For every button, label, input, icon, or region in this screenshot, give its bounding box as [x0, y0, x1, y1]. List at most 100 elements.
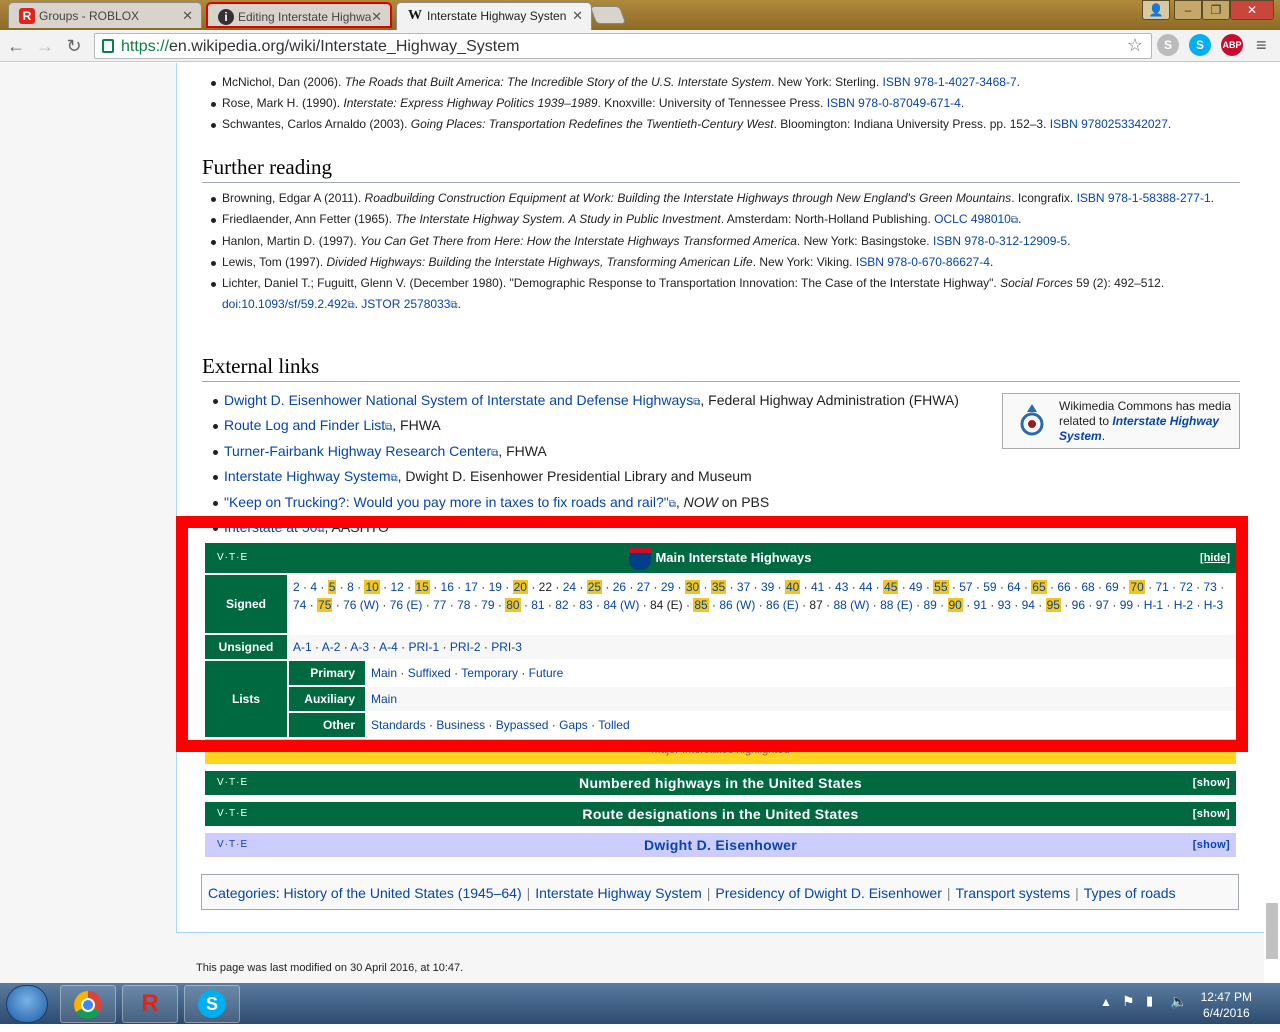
vte-links[interactable]: V·T·E — [217, 802, 248, 826]
categories-box: Categories: History of the United States… — [201, 874, 1239, 910]
external-link[interactable]: Interstate Highway System — [224, 468, 391, 484]
commons-box: Wikimedia Commons has media related to I… — [1002, 393, 1240, 449]
tab-editing[interactable]: i Editing Interstate Highwa ✕ — [206, 2, 392, 28]
back-icon[interactable]: ← — [4, 34, 28, 58]
clock-time: 12:47 PM — [1200, 990, 1252, 1004]
page-footer: This page was last modified on 30 April … — [196, 962, 464, 974]
list-item: Turner-Fairbank Highway Research Center⧉… — [213, 440, 984, 465]
lock-icon — [102, 39, 114, 53]
external-link[interactable]: "Keep on Trucking?: Would you pay more i… — [224, 494, 669, 510]
navbox-numbered-highways: V·T·E Numbered highways in the United St… — [205, 771, 1236, 795]
category-link[interactable]: Transport systems — [956, 885, 1071, 901]
tab-label: Interstate Highway Systen — [427, 9, 567, 23]
maximize-button[interactable]: ❐ — [1202, 0, 1230, 20]
show-hidden-icons[interactable]: ▲ — [1100, 995, 1112, 1009]
bookmark-star-icon[interactable]: ☆ — [1127, 35, 1143, 56]
list-item: Rose, Mark H. (1990). Interstate: Expres… — [211, 93, 1242, 114]
list-item: Route Log and Finder List⧉, FHWA — [213, 414, 984, 439]
tab-label: Editing Interstate Highwa — [238, 10, 372, 24]
external-link-icon: ⧉ — [390, 473, 398, 485]
external-link-icon: ⧉ — [347, 300, 355, 311]
categories-label[interactable]: Categories — [208, 885, 276, 901]
doi-link[interactable]: doi:10.1093/sf/59.2.492 — [222, 297, 347, 311]
flag-icon[interactable]: ⚑ — [1122, 993, 1135, 1010]
scrollbar-thumb[interactable] — [1266, 903, 1278, 959]
list-item: Lichter, Daniel T.; Fuguitt, Glenn V. (D… — [211, 273, 1242, 316]
external-link[interactable]: Route Log and Finder List — [224, 417, 385, 433]
close-window-button[interactable]: ✕ — [1230, 0, 1274, 20]
navbox-show-toggle[interactable]: [show] — [1193, 802, 1230, 826]
chrome-icon — [74, 991, 102, 1019]
navbox-title[interactable]: Dwight D. Eisenhower — [644, 837, 797, 853]
section-heading-further-reading: Further reading — [202, 155, 1240, 183]
references-list: McNichol, Dan (2006). The Roads that Bui… — [211, 72, 1242, 135]
list-item: Schwantes, Carlos Arnaldo (2003). Going … — [211, 114, 1242, 135]
windows-taskbar: R S ▲ ⚑ ▮ 🔈 12:47 PM 6/4/2016 — [0, 983, 1280, 1024]
close-icon[interactable]: ✕ — [572, 8, 583, 24]
network-icon[interactable]: ▮ — [1146, 993, 1153, 1009]
isbn-link[interactable]: ISBN 9780253342027 — [1050, 117, 1168, 131]
roblox-taskbar-icon[interactable]: R — [122, 985, 178, 1023]
isbn-link[interactable]: ISBN 978-0-670-86627-4 — [856, 255, 990, 269]
red-annotation-box — [176, 516, 1248, 752]
navbox-title: Route designations in the United States — [582, 806, 859, 822]
vte-links[interactable]: V·T·E — [217, 771, 248, 795]
new-tab-button[interactable] — [589, 6, 627, 24]
navbox-show-toggle[interactable]: [show] — [1193, 771, 1230, 795]
url-scheme: https:// — [121, 38, 170, 55]
list-item: Browning, Edgar A (2011). Roadbuilding C… — [211, 188, 1242, 209]
tab-roblox[interactable]: R Groups - ROBLOX ✕ — [8, 2, 202, 28]
external-link-icon: ⧉ — [450, 300, 458, 311]
minimize-button[interactable]: – — [1174, 0, 1202, 20]
tab-interstate[interactable]: W Interstate Highway Systen ✕ — [396, 2, 592, 30]
address-bar[interactable]: https://en.wikipedia.org/wiki/Interstate… — [94, 33, 1152, 59]
category-separator: | — [946, 885, 951, 901]
close-icon[interactable]: ✕ — [182, 8, 193, 24]
category-link[interactable]: Types of roads — [1084, 885, 1176, 901]
start-button[interactable] — [6, 985, 48, 1023]
url-path: en.wikipedia.org/wiki/Interstate_Highway… — [169, 38, 520, 55]
wikipedia-icon: W — [408, 8, 422, 23]
browser-toolbar: ← → ↻ https://en.wikipedia.org/wiki/Inte… — [0, 30, 1280, 62]
list-item: Hanlon, Martin D. (1997). You Can Get Th… — [211, 231, 1242, 252]
skype-taskbar-icon[interactable]: S — [184, 985, 240, 1023]
close-icon[interactable]: ✕ — [371, 9, 382, 25]
external-link[interactable]: Turner-Fairbank Highway Research Center — [224, 443, 491, 459]
isbn-link[interactable]: ISBN 978-1-58388-277-1 — [1077, 191, 1211, 205]
skype-icon[interactable]: S — [1189, 34, 1211, 56]
clock-date: 6/4/2016 — [1202, 1006, 1250, 1020]
jstor-link[interactable]: JSTOR 2578033 — [361, 297, 450, 311]
oclc-link[interactable]: OCLC 498010 — [934, 212, 1011, 226]
navbox-eisenhower: V·T·E Dwight D. Eisenhower [show] — [205, 833, 1236, 857]
navbox-route-designations: V·T·E Route designations in the United S… — [205, 802, 1236, 826]
category-link[interactable]: Presidency of Dwight D. Eisenhower — [715, 885, 941, 901]
info-icon: i — [218, 9, 234, 25]
navbox-title: Numbered highways in the United States — [579, 775, 862, 791]
wikimedia-commons-icon — [1020, 404, 1044, 436]
isbn-link[interactable]: ISBN 978-1-4027-3468-7 — [883, 75, 1017, 89]
menu-icon[interactable]: ≡ — [1256, 36, 1270, 54]
external-link-icon: ⧉ — [1010, 215, 1018, 226]
user-icon[interactable]: 👤 — [1142, 0, 1170, 20]
skype-gray-icon[interactable]: S — [1157, 34, 1179, 56]
list-item: Friedlaender, Ann Fetter (1965). The Int… — [211, 209, 1242, 231]
reload-icon[interactable]: ↻ — [62, 34, 86, 58]
isbn-link[interactable]: ISBN 978-0-87049-671-4 — [827, 96, 961, 110]
clock[interactable]: 12:47 PM 6/4/2016 — [1201, 989, 1252, 1021]
forward-icon[interactable]: → — [33, 34, 57, 58]
category-link[interactable]: History of the United States (1945–64) — [283, 885, 521, 901]
external-link-icon: ⧉ — [668, 498, 676, 510]
list-item: Dwight D. Eisenhower National System of … — [213, 389, 984, 414]
vte-links[interactable]: V·T·E — [217, 833, 248, 857]
list-item: Lewis, Tom (1997). Divided Highways: Bui… — [211, 252, 1242, 273]
category-link[interactable]: Interstate Highway System — [535, 885, 702, 901]
skype-icon: S — [198, 990, 226, 1018]
external-link[interactable]: Dwight D. Eisenhower National System of … — [224, 392, 693, 408]
category-separator: | — [526, 885, 531, 901]
chrome-taskbar-icon[interactable] — [60, 985, 116, 1023]
volume-icon[interactable]: 🔈 — [1170, 993, 1187, 1010]
navbox-show-toggle[interactable]: [show] — [1193, 833, 1230, 857]
isbn-link[interactable]: ISBN 978-0-312-12909-5 — [933, 234, 1067, 248]
adblock-icon[interactable]: ABP — [1221, 34, 1243, 56]
list-item: Interstate Highway System⧉, Dwight D. Ei… — [213, 465, 984, 490]
